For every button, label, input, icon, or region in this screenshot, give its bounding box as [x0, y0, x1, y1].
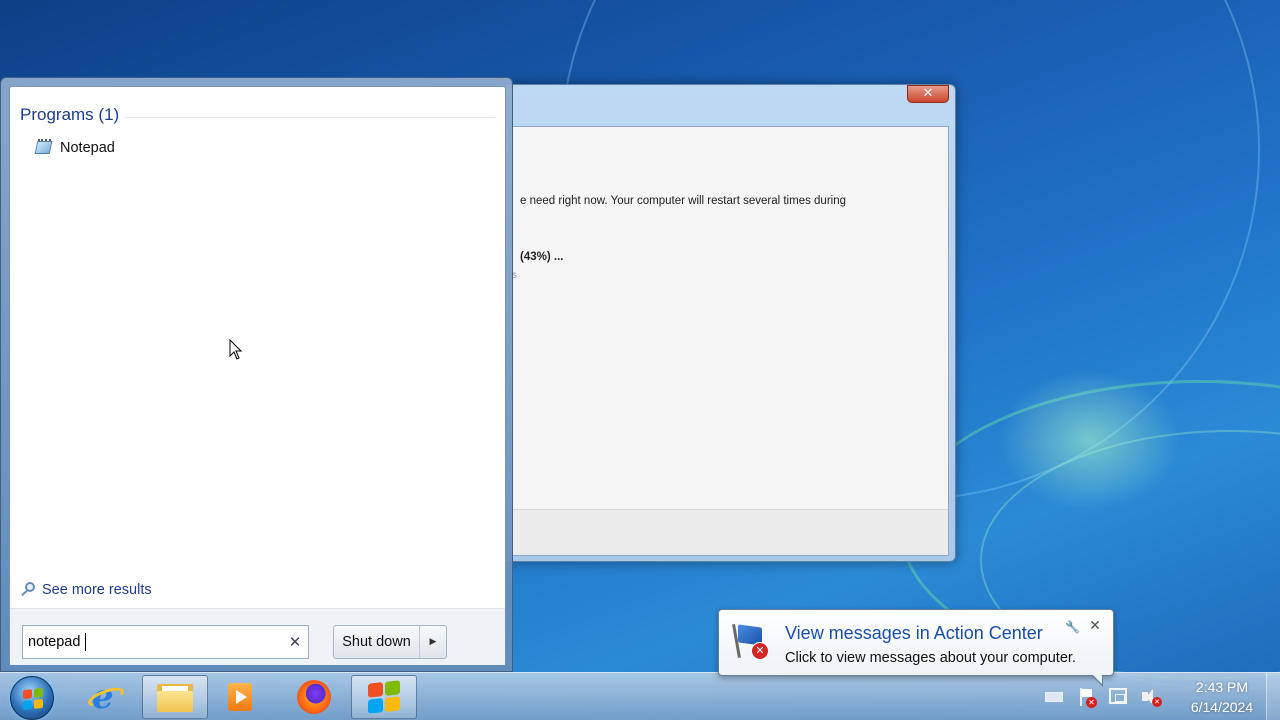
flag-quadrant — [34, 698, 43, 709]
mouse-pointer-icon — [229, 339, 243, 360]
folder-icon — [157, 682, 193, 712]
flag-quadrant — [23, 689, 32, 700]
start-menu: Programs (1) Notepad See more results ✕ … — [0, 77, 513, 672]
update-description: e need right now. Your computer will res… — [520, 195, 846, 207]
notification-title: View messages in Action Center — [785, 623, 1043, 643]
balloon-tail-inner — [1092, 674, 1102, 684]
flag-quadrant — [34, 687, 43, 698]
keyboard-icon — [1045, 692, 1063, 702]
taskbar: e ✕ ✕ 2:43 PM 6/14/2024 — [0, 672, 1280, 720]
taskbar-internet-explorer[interactable]: e — [73, 675, 139, 719]
search-icon — [20, 581, 36, 599]
tray-network-button[interactable] — [1109, 688, 1129, 706]
tray-keyboard-button[interactable] — [1045, 688, 1065, 706]
notification-close-button[interactable]: ✕ — [1087, 618, 1103, 634]
see-more-results-link[interactable]: See more results — [20, 581, 152, 599]
search-result-notepad[interactable]: Notepad — [34, 137, 115, 159]
windows-update-window[interactable]: ✕ e need right now. Your computer will r… — [500, 84, 956, 562]
start-menu-bottom-bar: ✕ Shut down ▶ — [10, 609, 505, 665]
taskbar-clock[interactable]: 2:43 PM 6/14/2024 — [1180, 677, 1264, 717]
text-caret — [85, 633, 86, 651]
taskbar-media-player[interactable] — [207, 675, 273, 719]
tray-volume-button[interactable]: ✕ — [1141, 688, 1162, 707]
taskbar-firefox[interactable] — [281, 675, 347, 719]
clear-search-icon[interactable]: ✕ — [282, 633, 308, 651]
notification-message: Click to view messages about your comput… — [785, 650, 1076, 666]
firefox-icon — [297, 680, 331, 714]
flag-quadrant — [23, 700, 32, 711]
volume-muted-icon: ✕ — [1141, 688, 1162, 707]
flag-quadrant — [385, 696, 400, 712]
wallpaper-glow — [1000, 370, 1180, 510]
flag-quadrant — [368, 698, 383, 714]
heading-divider — [125, 117, 495, 118]
result-label: Notepad — [60, 140, 115, 156]
shutdown-options-arrow-icon[interactable]: ▶ — [420, 626, 446, 658]
update-progress-text: (43%) ... — [520, 251, 564, 263]
flag-quadrant — [385, 680, 400, 696]
shutdown-split-button: Shut down ▶ — [333, 625, 447, 659]
media-player-icon — [226, 681, 254, 713]
window-footer — [510, 509, 948, 555]
tray-action-center-button[interactable]: ✕ — [1077, 688, 1097, 708]
start-search-box[interactable]: ✕ — [22, 625, 309, 659]
action-center-flag-icon: ✕ — [1077, 688, 1097, 708]
internet-explorer-icon: e — [85, 680, 127, 714]
search-input[interactable] — [23, 626, 282, 658]
notepad-icon — [34, 139, 53, 156]
taskbar-windows-update[interactable] — [351, 675, 417, 719]
windows-logo-icon — [23, 687, 43, 711]
start-button[interactable] — [10, 676, 54, 720]
clock-time: 2:43 PM — [1195, 679, 1249, 695]
windows-logo-icon — [368, 680, 400, 714]
show-desktop-button[interactable] — [1266, 673, 1280, 720]
wrench-icon[interactable]: 🔧 — [1065, 620, 1080, 634]
flag-quadrant — [368, 682, 383, 698]
action-center-notification[interactable]: ✕ View messages in Action Center Click t… — [718, 609, 1114, 687]
notification-area: ✕ ✕ — [1045, 681, 1162, 713]
start-menu-results-panel: Programs (1) Notepad See more results ✕ … — [9, 86, 506, 665]
clock-date: 6/14/2024 — [1190, 699, 1254, 715]
taskbar-file-explorer[interactable] — [142, 675, 208, 719]
window-content: e need right now. Your computer will res… — [509, 126, 949, 556]
window-close-button[interactable]: ✕ — [907, 85, 949, 103]
shutdown-button[interactable]: Shut down — [334, 626, 420, 658]
network-icon — [1109, 688, 1127, 704]
programs-heading: Programs (1) — [20, 105, 120, 124]
action-center-flag-icon: ✕ — [731, 622, 771, 662]
see-more-label: See more results — [42, 582, 152, 598]
